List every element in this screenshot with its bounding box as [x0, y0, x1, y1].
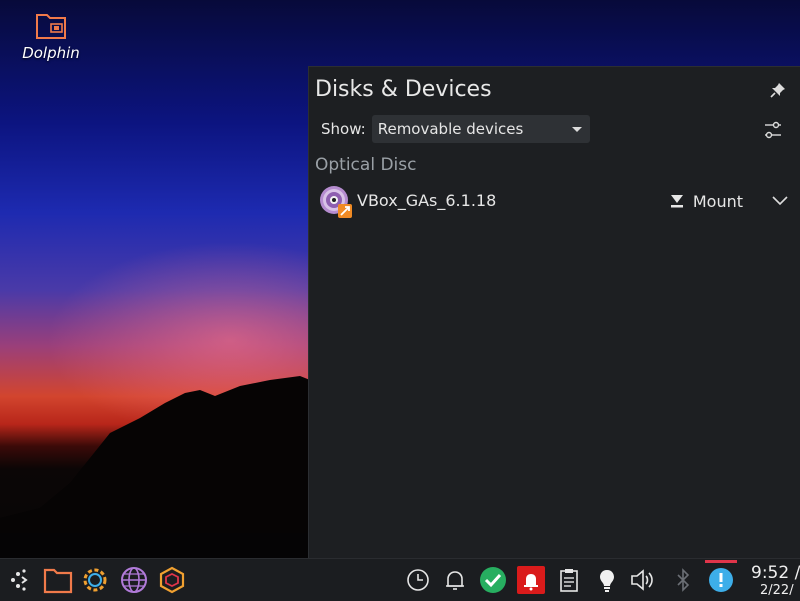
volume-icon [631, 569, 653, 591]
tray-volume-button[interactable] [628, 565, 658, 595]
chevron-down-icon[interactable] [771, 191, 789, 209]
pin-icon[interactable] [769, 81, 787, 99]
tray-clock-button[interactable] [403, 565, 433, 595]
mount-button[interactable]: Mount [669, 189, 743, 213]
device-name: VBox_GAs_6.1.18 [357, 191, 497, 210]
night-color-icon [600, 570, 614, 592]
configure-icon[interactable] [763, 119, 783, 141]
file-manager-button[interactable] [43, 565, 73, 595]
tray-disks-devices-button[interactable] [706, 565, 736, 595]
web-browser-icon [121, 567, 147, 593]
active-tray-indicator [705, 560, 737, 563]
disks-devices-popup: Disks & Devices Show: Removable devices … [308, 66, 800, 559]
filter-row: Show: Removable devices [321, 115, 590, 143]
tray-updates-button[interactable] [478, 565, 508, 595]
bluetooth-icon [677, 568, 690, 592]
app-launcher-icon [11, 569, 28, 591]
section-header-optical: Optical Disc [315, 155, 417, 175]
chevron-down-icon [571, 127, 582, 132]
package-manager-button[interactable] [157, 565, 187, 595]
tray-alert-button[interactable] [516, 565, 546, 595]
package-icon [159, 566, 185, 594]
desktop-icon-label: Dolphin [22, 44, 80, 62]
show-label: Show: [321, 120, 366, 138]
taskbar: 9:52 / 2/22/ [0, 558, 800, 601]
clock-time[interactable]: 9:52 / [751, 563, 800, 583]
clock-icon [407, 569, 429, 591]
optical-disc-icon [320, 186, 352, 218]
clock-date[interactable]: 2/22/ [760, 583, 794, 598]
tray-bluetooth-button[interactable] [668, 565, 698, 595]
clipboard-icon [560, 569, 578, 592]
disks-devices-icon [709, 568, 733, 592]
popup-title: Disks & Devices [315, 77, 492, 102]
mount-icon [670, 195, 683, 208]
settings-icon [83, 568, 107, 592]
tray-notifications-button[interactable] [440, 565, 470, 595]
device-filter-select[interactable]: Removable devices [371, 115, 590, 143]
notifications-icon [446, 571, 464, 590]
file-manager-icon [43, 568, 73, 594]
web-browser-button[interactable] [119, 565, 149, 595]
settings-button[interactable] [80, 565, 110, 595]
device-item[interactable]: VBox_GAs_6.1.18 Mount [319, 183, 791, 219]
app-launcher-button[interactable] [4, 565, 34, 595]
desktop-icon-dolphin[interactable]: Dolphin [14, 10, 88, 62]
mount-label: Mount [692, 191, 743, 211]
tray-night-color-button[interactable] [592, 565, 622, 595]
device-filter-value: Removable devices [377, 120, 524, 138]
notification-alert-icon [517, 566, 545, 594]
folder-icon [36, 14, 66, 39]
updates-icon [480, 567, 506, 593]
tray-clipboard-button[interactable] [554, 565, 584, 595]
